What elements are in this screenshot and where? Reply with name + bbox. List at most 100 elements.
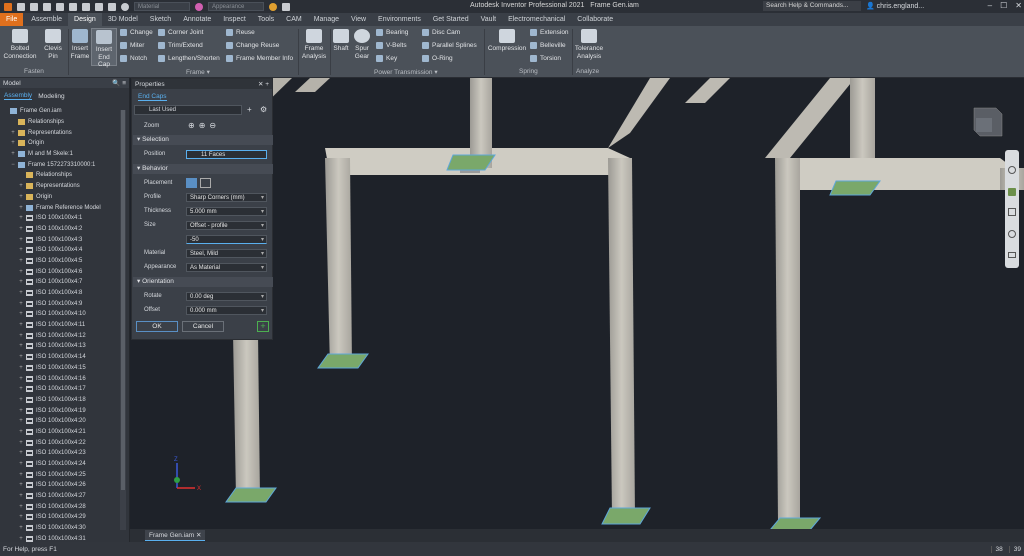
tab-electromechanical[interactable]: Electromechanical (502, 13, 571, 26)
shaft-button[interactable]: Shaft (332, 29, 350, 53)
close-doc-icon[interactable] (121, 2, 129, 11)
home-icon[interactable] (82, 2, 90, 11)
document-tab[interactable]: Frame Gen.iam ✕ (145, 530, 206, 541)
tree-item[interactable]: + ISO 100x100x4:10 (0, 309, 120, 320)
tree-item[interactable]: + ISO 100x100x4:9 (0, 298, 120, 309)
section-behavior[interactable]: ▾ Behavior (133, 164, 273, 174)
tree-item[interactable]: + Frame Reference Model (0, 202, 120, 213)
minimize-icon[interactable]: – (988, 1, 992, 10)
expand-icon[interactable]: + (18, 247, 24, 253)
tree-item[interactable]: Relationships (0, 117, 120, 128)
material-select[interactable]: Steel, Mild (186, 248, 267, 258)
expand-icon[interactable]: + (18, 482, 24, 488)
add-preset-icon[interactable]: + (247, 105, 252, 114)
expand-icon[interactable]: + (18, 194, 24, 200)
settings-icon[interactable]: ⚙ (260, 105, 267, 114)
tab-manage[interactable]: Manage (308, 13, 345, 26)
search-input[interactable]: Search Help & Commands... (763, 1, 861, 11)
look-at-icon[interactable] (1008, 252, 1016, 258)
expand-icon[interactable]: + (18, 205, 24, 211)
expand-icon[interactable]: + (10, 151, 16, 157)
tab-design[interactable]: Design (68, 13, 102, 26)
expand-icon[interactable]: + (18, 514, 24, 520)
tab-collaborate[interactable]: Collaborate (571, 13, 619, 26)
expand-icon[interactable]: + (18, 429, 24, 435)
expand-icon[interactable]: + (18, 322, 24, 328)
search-icon[interactable]: 🔍 (112, 80, 120, 87)
tab-cam[interactable]: CAM (280, 13, 308, 26)
tree-item[interactable]: + ISO 100x100x4:25 (0, 469, 120, 480)
expand-icon[interactable]: + (18, 450, 24, 456)
user-account[interactable]: 👤 chris.england... (866, 2, 924, 10)
v-belts-button[interactable]: V-Belts (376, 42, 407, 49)
offset-input[interactable]: 0.000 mm (186, 305, 267, 315)
tree-item[interactable]: + ISO 100x100x4:4 (0, 245, 120, 256)
tree-item[interactable]: + ISO 100x100x4:1 (0, 213, 120, 224)
expand-icon[interactable]: + (18, 525, 24, 531)
corner-joint-button[interactable]: Corner Joint (158, 29, 203, 36)
tree-item[interactable]: + ISO 100x100x4:23 (0, 448, 120, 459)
change-reuse-button[interactable]: Change Reuse (226, 42, 279, 49)
tab-view[interactable]: View (345, 13, 372, 26)
size-offset-input[interactable]: -50 (186, 234, 267, 244)
tree-item[interactable]: + ISO 100x100x4:22 (0, 437, 120, 448)
zoom-icon[interactable] (1008, 208, 1016, 216)
tab-environments[interactable]: Environments (372, 13, 427, 26)
tree-item[interactable]: + Representations (0, 181, 120, 192)
section-selection[interactable]: ▾ Selection (133, 135, 273, 145)
expand-icon[interactable]: + (18, 279, 24, 285)
undo-icon[interactable] (56, 2, 64, 11)
open-icon[interactable] (30, 2, 38, 11)
tab-3d-model[interactable]: 3D Model (102, 13, 144, 26)
bearing-button[interactable]: Bearing (376, 29, 408, 36)
tab-vault[interactable]: Vault (475, 13, 502, 26)
lengthen-shorten-button[interactable]: Lengthen/Shorten (158, 55, 220, 62)
pan-icon[interactable] (1008, 188, 1016, 196)
position-field[interactable]: 11 Faces (186, 149, 267, 159)
reuse-button[interactable]: Reuse (226, 29, 255, 36)
expand-icon[interactable]: − (10, 162, 16, 168)
expand-icon[interactable]: + (18, 237, 24, 243)
appearance-select[interactable]: As Material (186, 262, 267, 272)
maximize-icon[interactable]: ☐ (1000, 1, 1007, 10)
return-icon[interactable] (95, 2, 103, 11)
tree-item[interactable]: + ISO 100x100x4:17 (0, 384, 120, 395)
parallel-splines-button[interactable]: Parallel Splines (422, 42, 477, 49)
size-select[interactable]: Offset - profile (186, 220, 267, 230)
tree-item[interactable]: + ISO 100x100x4:7 (0, 277, 120, 288)
key-button[interactable]: Key (376, 55, 397, 62)
miter-button[interactable]: Miter (120, 42, 144, 49)
profile-select[interactable]: Sharp Corners (mm) (186, 192, 267, 202)
tree-item[interactable]: + ISO 100x100x4:16 (0, 373, 120, 384)
browser-scrollbar[interactable] (120, 110, 126, 530)
tree-item[interactable]: + Origin (0, 192, 120, 203)
torsion-button[interactable]: Torsion (530, 55, 561, 62)
tab-inspect[interactable]: Inspect (217, 13, 252, 26)
view-cube[interactable] (973, 107, 1003, 137)
end-cap[interactable] (225, 487, 277, 503)
tab-end-caps[interactable]: End Caps (138, 93, 167, 101)
expand-icon[interactable]: + (18, 504, 24, 510)
expand-icon[interactable]: + (18, 376, 24, 382)
clevis-pin-button[interactable]: Clevis Pin (40, 29, 66, 60)
tolerance-analysis-button[interactable]: Tolerance Analysis (574, 29, 604, 60)
clear-appearance-icon[interactable] (269, 2, 277, 11)
tree-item[interactable]: + ISO 100x100x4:29 (0, 512, 120, 523)
notch-button[interactable]: Notch (120, 55, 147, 62)
properties-close-icon[interactable]: ✕ + (258, 80, 269, 88)
fx-icon[interactable] (282, 2, 290, 11)
tree-item[interactable]: Relationships (0, 170, 120, 181)
insert-frame-button[interactable]: Insert Frame (70, 29, 90, 60)
expand-icon[interactable]: + (18, 269, 24, 275)
redo-icon[interactable] (69, 2, 77, 11)
change-button[interactable]: Change (120, 29, 153, 36)
tab-get-started[interactable]: Get Started (427, 13, 475, 26)
expand-icon[interactable]: + (18, 290, 24, 296)
ok-button[interactable]: OK (136, 321, 178, 332)
trim-extend-button[interactable]: Trim/Extend (158, 42, 203, 49)
tree-item[interactable]: − Frame 1572273310000:1 (0, 159, 120, 170)
expand-icon[interactable]: + (18, 386, 24, 392)
thickness-input[interactable]: 5.000 mm (186, 206, 267, 216)
section-orientation[interactable]: ▾ Orientation (133, 277, 273, 287)
orbit-icon[interactable] (1008, 230, 1016, 238)
